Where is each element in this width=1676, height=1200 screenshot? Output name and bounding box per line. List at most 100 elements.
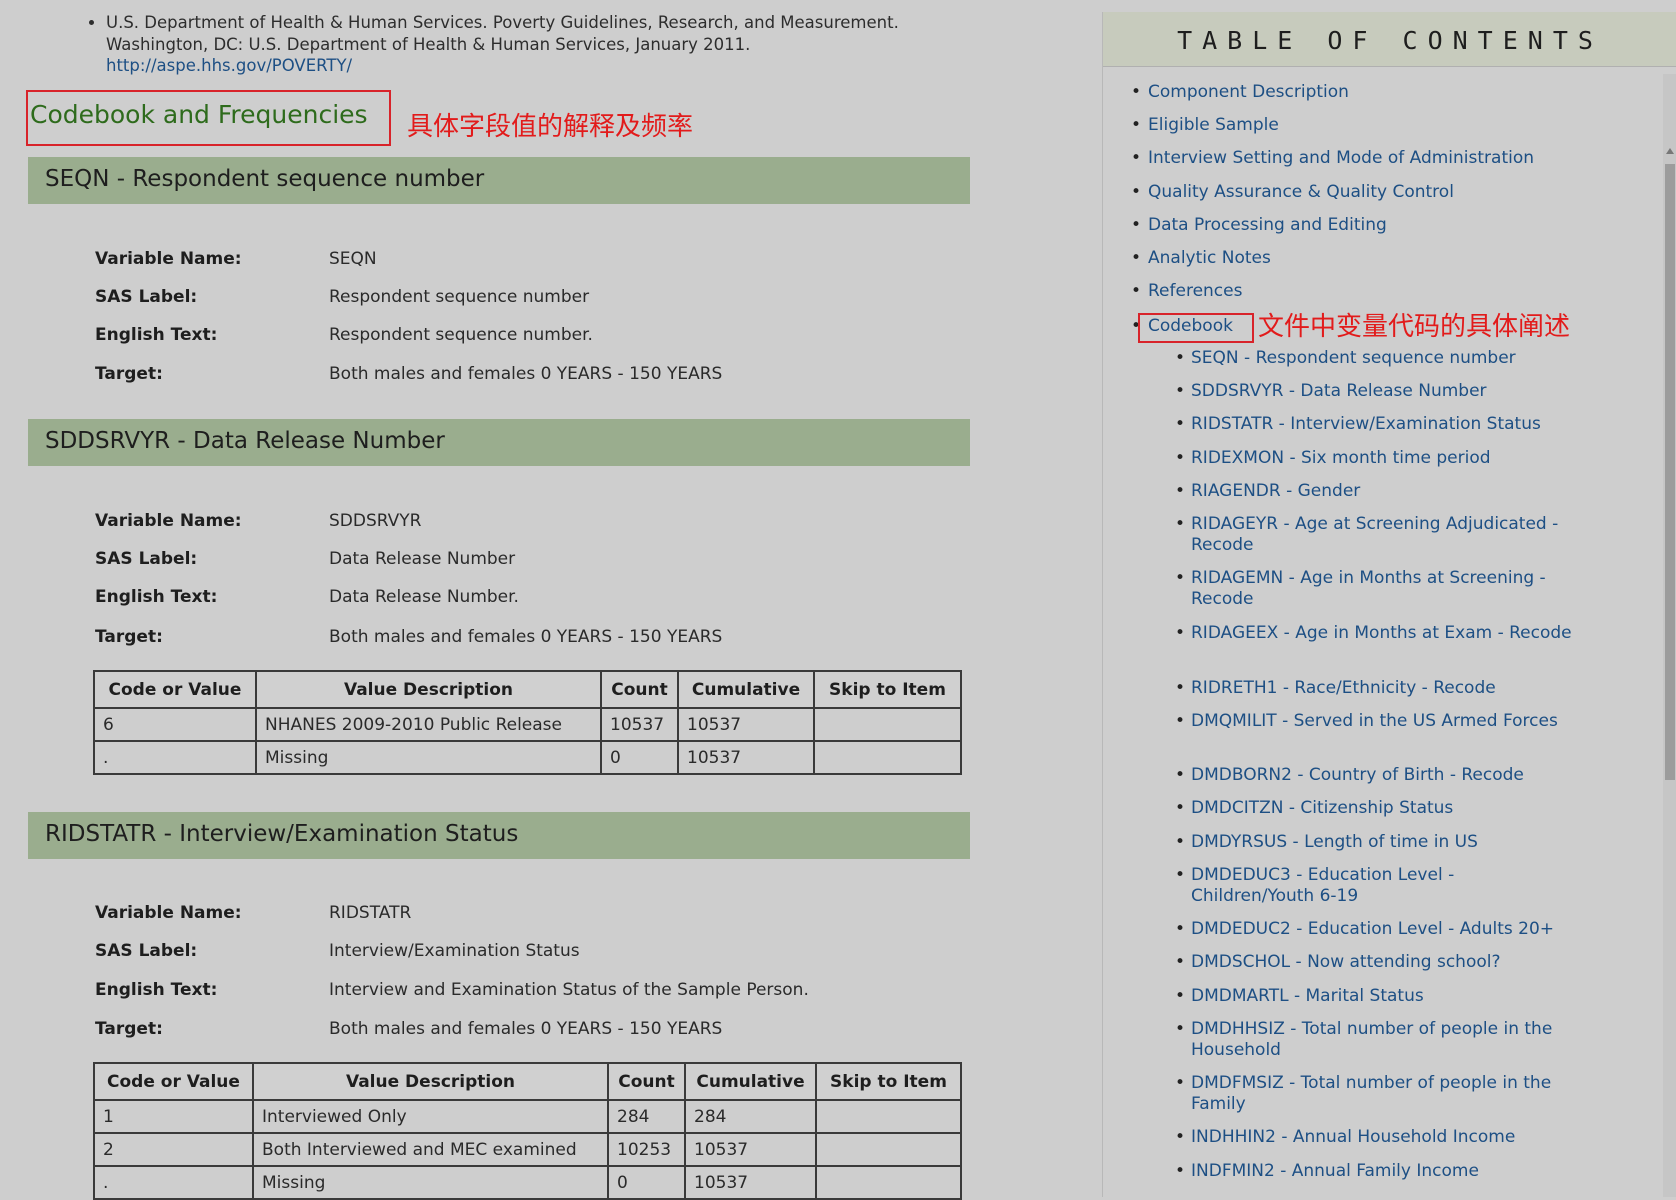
label: English Text:: [95, 587, 218, 607]
toc-item[interactable]: Eligible Sample: [1131, 115, 1668, 136]
toc-subitem[interactable]: INDHHIN2 - Annual Household Income: [1175, 1127, 1576, 1148]
toc-subitem[interactable]: RIDRETH1 - Race/Ethnicity - Recode: [1175, 678, 1576, 699]
count-cell: 10537: [600, 707, 679, 742]
code-cell: 6: [93, 707, 257, 742]
toc-subitem[interactable]: DMDEDUC3 - Education Level - Children/Yo…: [1175, 865, 1576, 907]
variable-heading: SEQN - Respondent sequence number: [28, 157, 970, 204]
reference-text: U.S. Department of Health & Human Servic…: [106, 13, 899, 54]
value: Both males and females 0 YEARS - 150 YEA…: [329, 1019, 723, 1039]
skip-cell[interactable]: [815, 1132, 962, 1167]
label: Variable Name:: [95, 903, 242, 923]
toc-item[interactable]: Analytic Notes: [1131, 248, 1668, 269]
toc-subitem[interactable]: DMDHHSIZ - Total number of people in the…: [1175, 1019, 1576, 1061]
toc-subitem[interactable]: RIDAGEEX - Age in Months at Exam - Recod…: [1175, 623, 1576, 644]
column-header: Value Description: [252, 1062, 609, 1101]
column-header: Count: [607, 1062, 686, 1101]
label: Target:: [95, 364, 163, 384]
value: Both males and females 0 YEARS - 150 YEA…: [329, 627, 723, 647]
toc-item[interactable]: Data Processing and Editing: [1131, 215, 1668, 236]
skip-cell[interactable]: [813, 707, 962, 742]
section-annotation: 具体字段值的解释及频率: [407, 112, 694, 142]
value: Interview and Examination Status of the …: [329, 980, 809, 1000]
toc-item[interactable]: Quality Assurance & Quality Control: [1131, 182, 1668, 203]
toc-subitem[interactable]: RIAGENDR - Gender: [1175, 481, 1576, 502]
skip-cell[interactable]: [815, 1165, 962, 1200]
variable-heading: RIDSTATR - Interview/Examination Status: [28, 812, 970, 859]
toc-subitem[interactable]: SEQN - Respondent sequence number: [1175, 348, 1576, 369]
code-cell: .: [93, 740, 257, 775]
count-cell: 0: [607, 1165, 686, 1200]
section-title: Codebook and Frequencies: [26, 90, 391, 146]
code-cell: .: [93, 1165, 254, 1200]
value: RIDSTATR: [329, 903, 412, 923]
description-cell: NHANES 2009-2010 Public Release: [255, 707, 602, 742]
count-cell: 10253: [607, 1132, 686, 1167]
label: Target:: [95, 1019, 163, 1039]
toc-subitem[interactable]: DMDCITZN - Citizenship Status: [1175, 798, 1576, 819]
toc-subitem[interactable]: DMDYRSUS - Length of time in US: [1175, 832, 1576, 853]
cumulative-cell: 10537: [677, 707, 815, 742]
frequency-table: Code or Value Value Description Count Cu…: [93, 670, 962, 775]
column-header: Cumulative: [684, 1062, 817, 1101]
toc-subitem[interactable]: DMDEDUC2 - Education Level - Adults 20+: [1175, 919, 1576, 940]
toc-subitem[interactable]: DMDMARTL - Marital Status: [1175, 986, 1576, 1007]
description-cell: Both Interviewed and MEC examined: [252, 1132, 609, 1167]
value: Data Release Number.: [329, 587, 519, 607]
table-header-row: Code or Value Value Description Count Cu…: [93, 670, 962, 709]
codebook-highlight-box: [1138, 313, 1254, 343]
skip-cell[interactable]: [815, 1099, 962, 1134]
table-row: . Missing 0 10537: [93, 1165, 962, 1200]
toc-item[interactable]: References: [1131, 281, 1668, 302]
column-header: Cumulative: [677, 670, 815, 709]
value: Respondent sequence number.: [329, 325, 593, 345]
toc-subitem[interactable]: RIDAGEYR - Age at Screening Adjudicated …: [1175, 514, 1576, 556]
table-of-contents: TABLE OF CONTENTS Component Description …: [1102, 12, 1676, 1197]
toc-subitem[interactable]: RIDAGEMN - Age in Months at Screening - …: [1175, 568, 1576, 610]
table-row: 1 Interviewed Only 284 284: [93, 1099, 962, 1134]
cumulative-cell: 10537: [684, 1132, 817, 1167]
toc-item[interactable]: Component Description: [1131, 82, 1668, 103]
column-header: Skip to Item: [813, 670, 962, 709]
value: SEQN: [329, 249, 377, 269]
toc-subitem[interactable]: DMDSCHOL - Now attending school?: [1175, 952, 1576, 973]
column-header: Code or Value: [93, 670, 257, 709]
table-row: 6 NHANES 2009-2010 Public Release 10537 …: [93, 707, 962, 742]
toc-title: TABLE OF CONTENTS: [1103, 12, 1676, 67]
count-cell: 284: [607, 1099, 686, 1134]
cumulative-cell: 10537: [677, 740, 815, 775]
column-header: Value Description: [255, 670, 602, 709]
column-header: Skip to Item: [815, 1062, 962, 1101]
codebook-annotation: 文件中变量代码的具体阐述: [1258, 312, 1571, 342]
label: SAS Label:: [95, 287, 198, 307]
value: Both males and females 0 YEARS - 150 YEA…: [329, 364, 723, 384]
value: Interview/Examination Status: [329, 941, 580, 961]
description-cell: Interviewed Only: [252, 1099, 609, 1134]
frequency-table: Code or Value Value Description Count Cu…: [93, 1062, 962, 1200]
toc-subitem[interactable]: INDFMIN2 - Annual Family Income: [1175, 1161, 1576, 1182]
toc-subitem[interactable]: DMDFMSIZ - Total number of people in the…: [1175, 1073, 1576, 1115]
reference-link[interactable]: http://aspe.hhs.gov/POVERTY/: [106, 56, 352, 75]
label: SAS Label:: [95, 941, 198, 961]
variable-heading: SDDSRVYR - Data Release Number: [28, 419, 970, 466]
value: Data Release Number: [329, 549, 516, 569]
cumulative-cell: 284: [684, 1099, 817, 1134]
column-header: Count: [600, 670, 679, 709]
toc-subitem[interactable]: DMQMILIT - Served in the US Armed Forces: [1175, 711, 1576, 732]
reference-list: U.S. Department of Health & Human Servic…: [88, 12, 906, 77]
value: SDDSRVYR: [329, 511, 422, 531]
label: Variable Name:: [95, 511, 242, 531]
code-cell: 1: [93, 1099, 254, 1134]
reference-item: U.S. Department of Health & Human Servic…: [106, 12, 906, 77]
skip-cell[interactable]: [813, 740, 962, 775]
toc-subitem[interactable]: RIDEXMON - Six month time period: [1175, 448, 1576, 469]
toc-subitem[interactable]: SDDSRVYR - Data Release Number: [1175, 381, 1576, 402]
label: Target:: [95, 627, 163, 647]
table-row: 2 Both Interviewed and MEC examined 1025…: [93, 1132, 962, 1167]
count-cell: 0: [600, 740, 679, 775]
label: English Text:: [95, 980, 218, 1000]
toc-scrollbar[interactable]: [1663, 74, 1676, 1197]
toc-subitem[interactable]: DMDBORN2 - Country of Birth - Recode: [1175, 765, 1576, 786]
toc-subitem[interactable]: RIDSTATR - Interview/Examination Status: [1175, 414, 1576, 435]
value: Respondent sequence number: [329, 287, 590, 307]
toc-item[interactable]: Interview Setting and Mode of Administra…: [1131, 148, 1668, 169]
